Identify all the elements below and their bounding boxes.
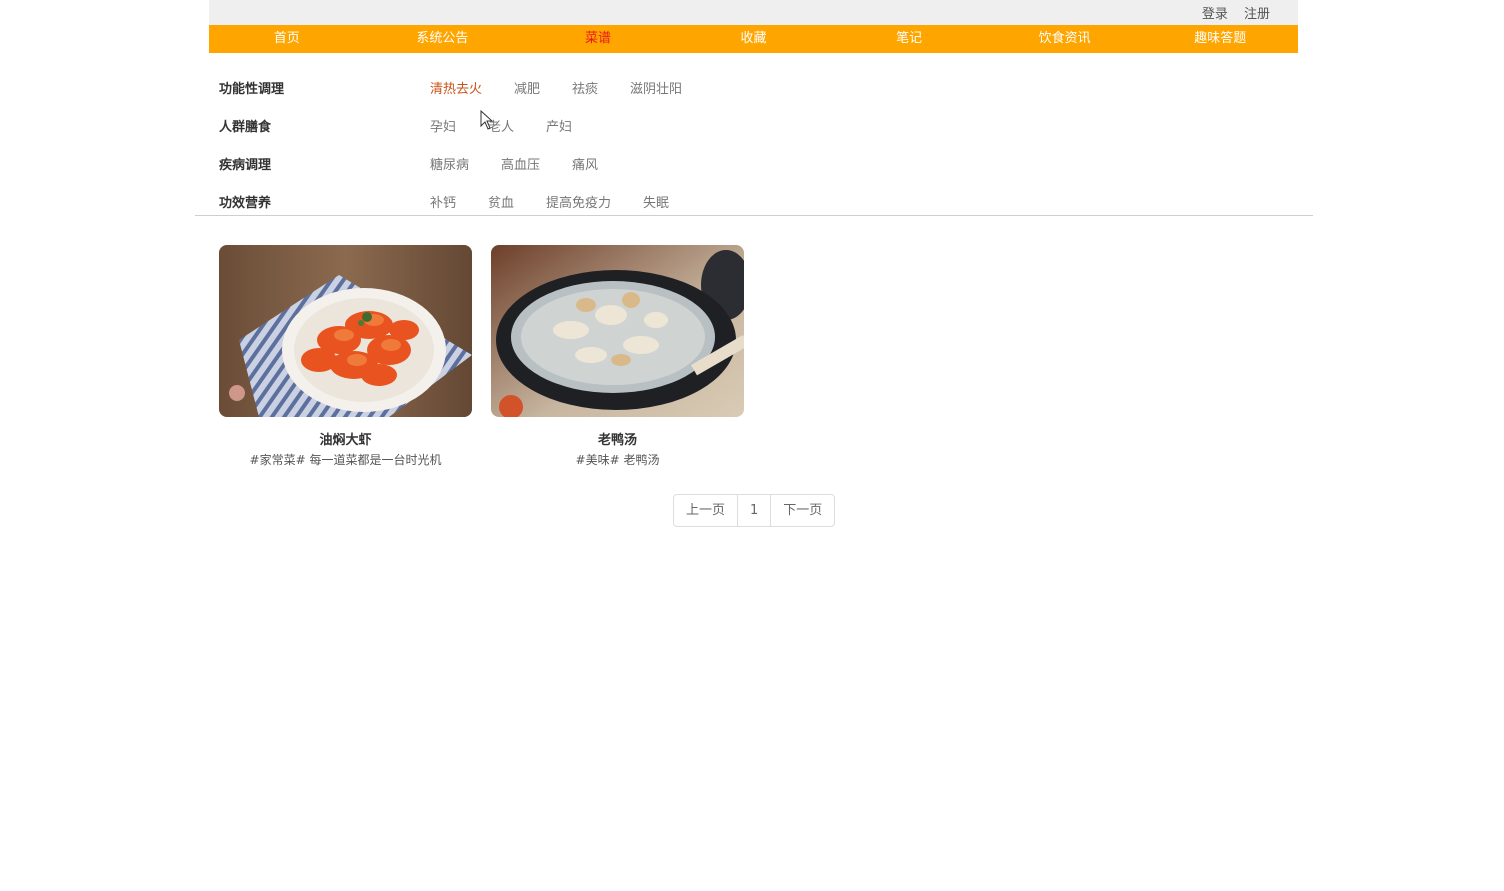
nav-item-notes[interactable]: 笔记 <box>831 25 987 53</box>
filter-option[interactable]: 滋阴壮阳 <box>630 78 682 97</box>
filter-option[interactable]: 减肥 <box>514 78 540 97</box>
filter-option[interactable]: 贫血 <box>488 192 514 211</box>
filter-option[interactable]: 高血压 <box>501 154 540 173</box>
register-link[interactable]: 注册 <box>1244 7 1270 22</box>
filter-row-crowd: 人群膳食 孕妇 老人 产妇 <box>219 106 1119 144</box>
prev-page-button[interactable]: 上一页 <box>674 495 739 526</box>
filter-option[interactable]: 补钙 <box>430 192 456 211</box>
nav-item-diet-news[interactable]: 饮食资讯 <box>987 25 1143 53</box>
filter-label: 人群膳食 <box>219 119 272 135</box>
recipe-filters: 功能性调理 清热去火 减肥 祛痰 滋阴壮阳 人群膳食 孕妇 老人 产妇 疾病调理… <box>219 68 1119 220</box>
recipe-description: #美味# 老鸭汤 <box>575 453 660 467</box>
login-link[interactable]: 登录 <box>1202 7 1228 22</box>
recipe-title[interactable]: 油焖大虾 <box>219 429 472 448</box>
filter-label: 疾病调理 <box>219 157 272 173</box>
page-number-button[interactable]: 1 <box>738 495 772 526</box>
filter-option[interactable]: 孕妇 <box>430 116 456 135</box>
recipe-image-braised-shrimp[interactable] <box>219 245 472 417</box>
recipe-image-duck-soup[interactable] <box>491 245 744 417</box>
filter-row-disease: 疾病调理 糖尿病 高血压 痛风 <box>219 144 1119 182</box>
top-bar: 登录 注册 <box>209 0 1298 25</box>
recipe-card[interactable]: 油焖大虾 #家常菜# 每一道菜都是一台时光机 <box>219 245 472 468</box>
filter-option[interactable]: 提高免疫力 <box>546 192 611 211</box>
divider <box>195 215 1313 216</box>
nav-item-announcements[interactable]: 系统公告 <box>365 25 521 53</box>
nav-item-quiz[interactable]: 趣味答题 <box>1142 25 1298 53</box>
main-nav: 首页 系统公告 菜谱 收藏 笔记 饮食资讯 趣味答题 <box>209 25 1298 53</box>
auth-links: 登录 注册 <box>1190 3 1270 22</box>
recipe-card[interactable]: 老鸭汤 #美味# 老鸭汤 <box>491 245 744 468</box>
recipe-description: #家常菜# 每一道菜都是一台时光机 <box>249 453 442 467</box>
nav-item-favorites[interactable]: 收藏 <box>676 25 832 53</box>
filter-option[interactable]: 祛痰 <box>572 78 598 97</box>
filter-option[interactable]: 痛风 <box>572 154 598 173</box>
nav-item-home[interactable]: 首页 <box>209 25 365 53</box>
filter-option[interactable]: 产妇 <box>546 116 572 135</box>
filter-label: 功效营养 <box>219 195 272 211</box>
pagination: 上一页 1 下一页 <box>673 494 836 527</box>
filter-option[interactable]: 失眠 <box>643 192 669 211</box>
mouse-cursor-icon <box>480 110 494 130</box>
next-page-button[interactable]: 下一页 <box>771 495 834 526</box>
filter-label: 功能性调理 <box>219 81 285 97</box>
filter-option[interactable]: 糖尿病 <box>430 154 469 173</box>
recipe-title[interactable]: 老鸭汤 <box>491 429 744 448</box>
nav-item-recipes[interactable]: 菜谱 <box>520 25 676 53</box>
filter-option[interactable]: 清热去火 <box>430 78 482 97</box>
filter-row-function: 功能性调理 清热去火 减肥 祛痰 滋阴壮阳 <box>219 68 1119 106</box>
